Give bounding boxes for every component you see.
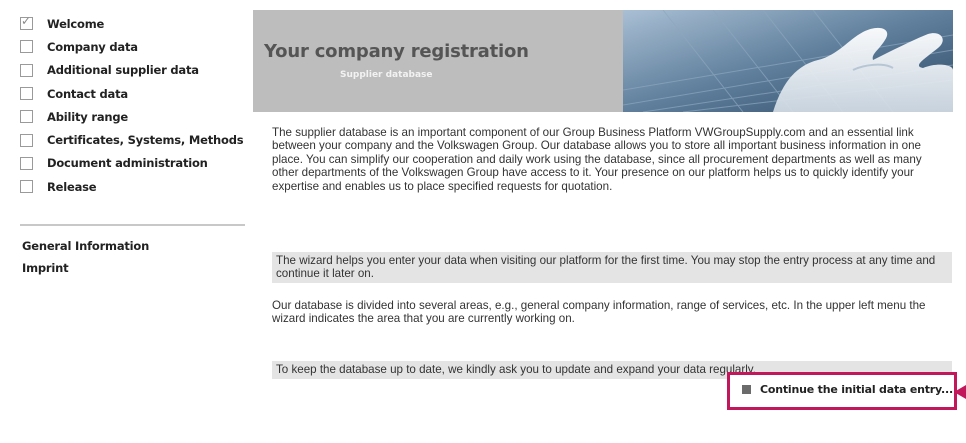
imprint-link[interactable]: Imprint [22, 260, 149, 282]
page-subtitle: Supplier database [340, 70, 433, 80]
checkbox-icon [20, 63, 33, 77]
wizard-step-document-administration[interactable]: Document administration [20, 152, 250, 175]
wizard-steps-nav: Welcome Company data Additional supplier… [20, 12, 250, 198]
continue-button[interactable]: Continue the initial data entry... [742, 383, 953, 396]
checkbox-icon [20, 133, 33, 147]
checked-checkbox-icon [20, 14, 33, 31]
info-links: General Information Imprint [22, 238, 149, 282]
wizard-step-label: Company data [47, 39, 138, 54]
wizard-step-release[interactable]: Release [20, 175, 250, 198]
checkbox-icon [20, 180, 33, 194]
wizard-step-contact-data[interactable]: Contact data [20, 82, 250, 105]
page-title: Your company registration [264, 41, 529, 62]
intro-paragraph: The supplier database is an important co… [272, 126, 922, 193]
keyboard-hand-image [623, 10, 953, 112]
wizard-step-label: Document administration [47, 156, 208, 171]
areas-info-paragraph: Our database is divided into several are… [272, 299, 926, 326]
continue-highlight-frame: Continue the initial data entry... [727, 372, 957, 410]
general-information-link[interactable]: General Information [22, 238, 149, 260]
continue-button-label: Continue the initial data entry... [760, 383, 953, 396]
sidebar-divider [20, 224, 245, 226]
wizard-step-label: Release [47, 179, 97, 194]
header-banner: Your company registration Supplier datab… [253, 10, 953, 112]
wizard-step-additional-supplier-data[interactable]: Additional supplier data [20, 59, 250, 82]
checkbox-icon [20, 156, 33, 170]
wizard-step-label: Welcome [47, 16, 105, 31]
checkbox-icon [20, 110, 33, 124]
checkbox-icon [20, 40, 33, 54]
wizard-step-label: Additional supplier data [47, 63, 199, 78]
wizard-step-ability-range[interactable]: Ability range [20, 105, 250, 128]
arrow-pointer-icon [954, 385, 966, 399]
wizard-step-label: Contact data [47, 86, 128, 101]
wizard-info-paragraph: The wizard helps you enter your data whe… [272, 252, 952, 283]
wizard-step-company-data[interactable]: Company data [20, 35, 250, 58]
square-bullet-icon [742, 385, 751, 394]
wizard-step-welcome[interactable]: Welcome [20, 12, 250, 35]
wizard-step-label: Certificates, Systems, Methods [47, 133, 244, 148]
checkbox-icon [20, 87, 33, 101]
wizard-step-label: Ability range [47, 109, 129, 124]
wizard-step-certificates[interactable]: Certificates, Systems, Methods [20, 128, 250, 151]
